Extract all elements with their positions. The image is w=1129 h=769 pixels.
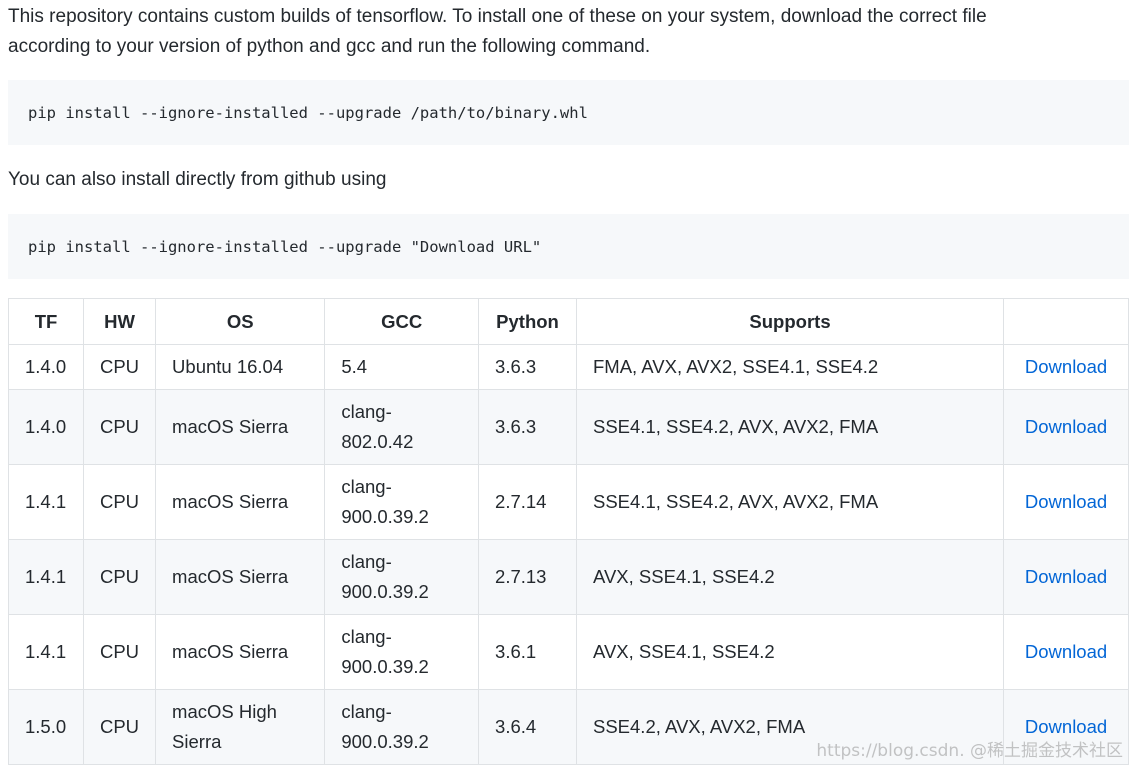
cell-os: macOS Sierra [155,389,326,465]
cell-tf: 1.4.1 [8,539,84,615]
cell-supports: AVX, SSE4.1, SSE4.2 [575,539,1005,615]
github-install-paragraph: You can also install directly from githu… [8,169,387,190]
cell-os: macOS Sierra [155,614,326,690]
cell-os: macOS Sierra [155,539,326,615]
cell-tf: 1.4.0 [8,344,84,390]
cell-hw: CPU [82,344,157,390]
cell-gcc-line-1: clang- [341,626,392,647]
code-text: pip install --ignore-installed --upgrade… [28,237,542,256]
header-download [1003,298,1129,345]
cell-tf: 1.5.0 [8,689,84,765]
code-block-install-file: pip install --ignore-installed --upgrade… [8,80,1129,145]
cell-download: Download [1003,539,1129,615]
table-row: 1.4.1 CPU macOS Sierra clang- 900.0.39.2 … [8,539,1129,615]
cell-supports: SSE4.1, SSE4.2, AVX, AVX2, FMA [575,464,1005,540]
cell-gcc-line-2: 900.0.39.2 [341,731,429,752]
cell-os: macOS Sierra [155,464,326,540]
cell-gcc: clang- 900.0.39.2 [324,464,480,540]
table-header-row: TF HW OS GCC Python Supports [8,298,1129,345]
intro-paragraph: This repository contains custom builds o… [8,2,1118,62]
download-link[interactable]: Download [1025,416,1107,437]
cell-tf: 1.4.0 [8,389,84,465]
cell-download: Download [1003,389,1129,465]
download-link[interactable]: Download [1025,566,1107,587]
cell-gcc-line-1: clang- [341,401,392,422]
cell-os: macOS High Sierra [155,689,326,765]
cell-python: 3.6.1 [478,614,577,690]
cell-gcc: 5.4 [324,344,480,390]
table-row: 1.4.0 CPU Ubuntu 16.04 5.4 3.6.3 FMA, AV… [8,344,1129,390]
table-row: 1.4.1 CPU macOS Sierra clang- 900.0.39.2 … [8,614,1129,690]
table-row: 1.4.0 CPU macOS Sierra clang- 802.0.42 3.… [8,389,1129,465]
cell-download: Download [1003,614,1129,690]
intro-line-2: according to your version of python and … [8,36,651,57]
cell-python: 2.7.14 [478,464,577,540]
code-text: pip install --ignore-installed --upgrade… [28,103,588,122]
intro-line-1: This repository contains custom builds o… [8,6,987,27]
cell-gcc-text: 5.4 [341,356,368,377]
header-os: OS [155,298,326,345]
code-block-install-url: pip install --ignore-installed --upgrade… [8,214,1129,279]
cell-gcc-line-2: 900.0.39.2 [341,506,429,527]
cell-hw: CPU [82,389,157,465]
header-supports: Supports [575,298,1005,345]
cell-gcc-line-2: 900.0.39.2 [341,581,429,602]
cell-os-line-2: Sierra [172,731,222,752]
download-link[interactable]: Download [1025,491,1107,512]
cell-hw: CPU [82,539,157,615]
cell-os: Ubuntu 16.04 [155,344,326,390]
table-row: 1.4.1 CPU macOS Sierra clang- 900.0.39.2 … [8,464,1129,540]
cell-tf: 1.4.1 [8,614,84,690]
cell-hw: CPU [82,614,157,690]
cell-os-text: macOS Sierra [172,641,289,662]
cell-os-text: macOS Sierra [172,416,289,437]
cell-python: 2.7.13 [478,539,577,615]
cell-hw: CPU [82,689,157,765]
header-hw: HW [82,298,157,345]
cell-gcc-line-1: clang- [341,701,392,722]
cell-download: Download [1003,344,1129,390]
download-link[interactable]: Download [1025,641,1107,662]
cell-gcc: clang- 900.0.39.2 [324,689,480,765]
cell-os-text: macOS Sierra [172,566,289,587]
header-python: Python [478,298,577,345]
cell-os-text: Ubuntu 16.04 [172,356,284,377]
cell-supports: AVX, SSE4.1, SSE4.2 [575,614,1005,690]
cell-supports: FMA, AVX, AVX2, SSE4.1, SSE4.2 [575,344,1005,390]
cell-python: 3.6.3 [478,344,577,390]
watermark-text: https://blog.csdn. @稀土掘金技术社区 [816,741,1123,761]
download-link[interactable]: Download [1025,356,1107,377]
cell-gcc-line-1: clang- [341,551,392,572]
cell-tf: 1.4.1 [8,464,84,540]
download-link[interactable]: Download [1025,716,1107,737]
cell-python: 3.6.4 [478,689,577,765]
cell-gcc-line-2: 900.0.39.2 [341,656,429,677]
cell-os-text: macOS Sierra [172,491,289,512]
cell-download: Download [1003,464,1129,540]
cell-os-line-1: macOS High [172,701,277,722]
cell-gcc-line-1: clang- [341,476,392,497]
header-gcc: GCC [324,298,480,345]
cell-gcc: clang- 900.0.39.2 [324,614,480,690]
cell-gcc: clang- 802.0.42 [324,389,480,465]
builds-table: TF HW OS GCC Python Supports 1.4.0 CPU U… [8,298,1129,765]
header-tf: TF [8,298,84,345]
cell-python: 3.6.3 [478,389,577,465]
cell-hw: CPU [82,464,157,540]
cell-gcc-line-2: 802.0.42 [341,431,414,452]
cell-supports: SSE4.1, SSE4.2, AVX, AVX2, FMA [575,389,1005,465]
cell-gcc: clang- 900.0.39.2 [324,539,480,615]
